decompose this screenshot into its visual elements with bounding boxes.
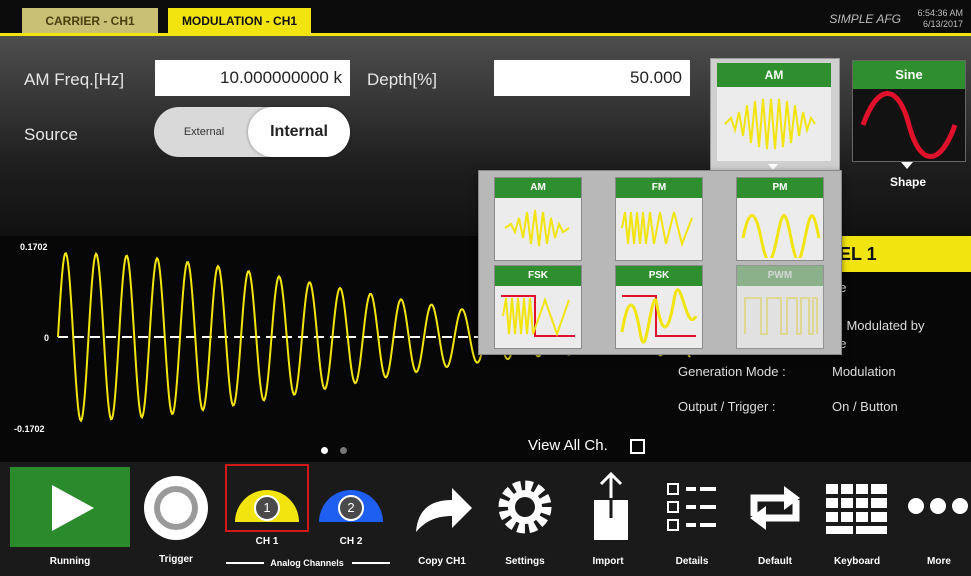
play-icon (52, 485, 94, 531)
trigger-icon[interactable] (140, 472, 212, 544)
ch2-number: 2 (347, 500, 355, 515)
settings-label: Settings (505, 556, 545, 567)
analog-divider-left (226, 562, 264, 564)
mod-type-selector[interactable]: AM (710, 58, 840, 172)
fsk-wave-icon (501, 295, 575, 338)
clock-time: 6:54:36 AM (917, 8, 963, 18)
popup-option-psk[interactable]: PSK (615, 265, 703, 349)
pwm-wave-icon (744, 297, 818, 335)
output-trigger-label: Output / Trigger : (678, 399, 776, 414)
source-internal-option[interactable]: Internal (248, 107, 350, 157)
default-reset-icon[interactable] (744, 482, 806, 534)
ch1-label: CH 1 (255, 536, 279, 547)
more-dots-icon[interactable] (906, 494, 970, 518)
info-row2-value-a: M Modulated by (832, 318, 925, 333)
tab-carrier[interactable]: CARRIER - CH1 (22, 8, 158, 34)
depth-label: Depth[%] (367, 70, 437, 89)
popup-option-psk-label: PSK (616, 266, 702, 286)
trigger-label: Trigger (159, 554, 193, 565)
keyboard-label: Keyboard (833, 556, 881, 567)
more-label: More (927, 556, 951, 567)
view-all-checkbox[interactable] (630, 439, 645, 454)
popup-option-fsk-label: FSK (495, 266, 581, 286)
am-preview-icon (724, 98, 816, 150)
popup-option-fm[interactable]: FM (615, 177, 703, 261)
app-title: SIMPLE AFG (829, 12, 901, 26)
am-wave-icon (504, 209, 570, 247)
details-list-icon[interactable] (664, 480, 722, 536)
settings-gear-icon[interactable] (492, 474, 558, 540)
view-all-label: View All Ch. (528, 437, 608, 454)
import-label: Import (592, 556, 624, 567)
popup-option-am[interactable]: AM (494, 177, 582, 261)
channel-info-header: IEL 1 (830, 236, 971, 272)
page-dot[interactable] (340, 447, 347, 454)
pm-wave-icon (741, 214, 821, 262)
gen-mode-value: Modulation (832, 364, 896, 379)
source-toggle[interactable]: External Internal (154, 107, 350, 157)
import-icon[interactable] (586, 470, 636, 542)
analog-divider-right (352, 562, 390, 564)
tab-modulation[interactable]: MODULATION - CH1 (168, 8, 311, 34)
ch1-number: 1 (263, 500, 271, 515)
source-label: Source (24, 125, 78, 144)
clock: 6:54:36 AM 6/13/2017 (917, 8, 963, 30)
copy-ch1-label: Copy CH1 (418, 556, 466, 567)
source-external-option[interactable]: External (154, 107, 254, 157)
shape-selected: Sine (853, 61, 965, 89)
depth-field[interactable]: 50.000 (494, 60, 690, 96)
default-label: Default (758, 556, 792, 567)
popup-option-am-label: AM (495, 178, 581, 198)
shape-label: Shape (889, 175, 926, 189)
gen-mode-label: Generation Mode : (678, 364, 786, 379)
details-label: Details (675, 556, 709, 567)
shape-dropdown-arrow (901, 162, 913, 169)
am-freq-field[interactable]: 10.000000000 k (155, 60, 350, 96)
copy-arrow-icon[interactable] (410, 478, 476, 538)
sine-icon (860, 91, 958, 159)
popup-option-pwm[interactable]: PWM (736, 265, 824, 349)
am-freq-label: AM Freq.[Hz] (24, 70, 125, 89)
am-preview (717, 87, 831, 161)
popup-option-pwm-label: PWM (737, 266, 823, 286)
page-dot-active[interactable] (321, 447, 328, 454)
popup-option-fm-label: FM (616, 178, 702, 198)
popup-option-fsk[interactable]: FSK (494, 265, 582, 349)
popup-option-pm[interactable]: PM (736, 177, 824, 262)
psk-wave-icon (620, 288, 698, 344)
analog-channels-label: Analog Channels (270, 558, 344, 568)
running-label: Running (49, 556, 91, 567)
output-trigger-value: On / Button (832, 399, 898, 414)
ch2-label: CH 2 (339, 536, 363, 547)
keyboard-grid-icon[interactable] (824, 480, 890, 536)
mod-type-popup: AM FM PM FSK PSK PWM (478, 170, 842, 355)
clock-date: 6/13/2017 (922, 19, 963, 29)
fm-wave-icon (621, 211, 693, 248)
popup-option-pm-label: PM (737, 178, 823, 198)
shape-selector[interactable]: Sine (852, 60, 966, 162)
mod-type-selected: AM (717, 63, 831, 87)
run-button[interactable] (10, 467, 130, 547)
